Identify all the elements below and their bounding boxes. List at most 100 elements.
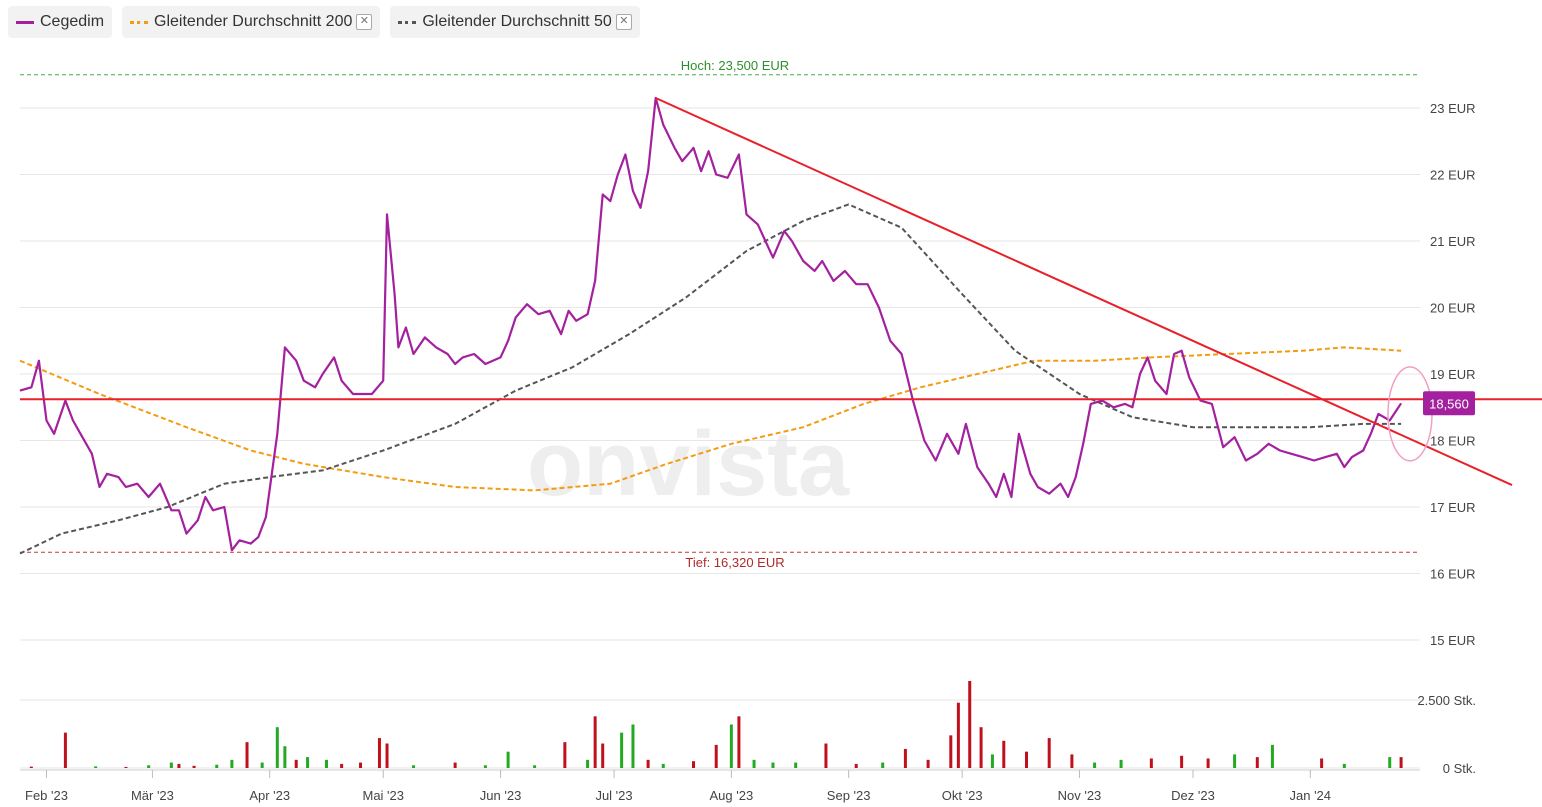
- volume-bar: [1024, 751, 1028, 768]
- x-tick-label: Mai '23: [362, 788, 404, 803]
- volume-bar: [949, 735, 953, 768]
- volume-bar: [794, 762, 798, 768]
- volume-bar: [1399, 757, 1403, 768]
- volume-bar: [1149, 758, 1153, 768]
- volume-bar: [340, 763, 344, 768]
- high-label: Hoch: 23,500 EUR: [681, 58, 789, 73]
- volume-bar: [1119, 759, 1123, 768]
- volume-bar: [1093, 762, 1097, 768]
- volume-bar: [453, 762, 457, 768]
- volume-bar: [979, 727, 983, 768]
- volume-bar: [275, 727, 279, 768]
- volume-bar: [824, 743, 828, 768]
- x-tick-label: Sep '23: [827, 788, 871, 803]
- volume-bar: [1206, 758, 1210, 768]
- y-tick-label: 18 EUR: [1430, 434, 1476, 449]
- volume-bar: [177, 763, 181, 768]
- volume-bar: [752, 759, 756, 768]
- volume-bar: [94, 766, 98, 768]
- volume-bar: [620, 732, 624, 768]
- volume-bar: [1233, 754, 1237, 768]
- volume-bar: [661, 763, 665, 768]
- volume-bar: [412, 765, 416, 768]
- volume-bar: [147, 765, 151, 768]
- volume-bar: [260, 762, 264, 768]
- volume-bar: [1320, 758, 1324, 768]
- x-tick-label: Okt '23: [942, 788, 983, 803]
- volume-bar: [294, 759, 298, 768]
- volume-bar: [29, 766, 33, 768]
- y-tick-label: 15 EUR: [1430, 633, 1476, 648]
- volume-bar: [245, 742, 249, 768]
- volume-bar: [359, 762, 363, 768]
- volume-bar: [593, 716, 597, 768]
- volume-bar: [385, 743, 389, 768]
- x-tick-label: Jan '24: [1290, 788, 1332, 803]
- volume-bar: [563, 742, 567, 768]
- volume-bar: [324, 759, 328, 768]
- volume-bar: [601, 743, 605, 768]
- volume-bar: [377, 738, 381, 768]
- y-tick-label: 17 EUR: [1430, 500, 1476, 515]
- volume-axis: 0 Stk. 2.500 Stk.: [1417, 693, 1476, 776]
- volume-bar: [1002, 740, 1006, 768]
- volume-bar: [1070, 754, 1074, 768]
- x-tick-label: Dez '23: [1171, 788, 1215, 803]
- volume-bar: [881, 762, 885, 768]
- last-price-marker: 18,560: [1423, 391, 1475, 416]
- x-tick-label: Nov '23: [1058, 788, 1102, 803]
- volume-bar: [215, 764, 219, 768]
- x-tick-label: Jul '23: [595, 788, 632, 803]
- time-axis: Feb '23 Mär '23 Apr '23 Mai '23 Jun '23 Jul '…: [25, 770, 1331, 803]
- y-tick-label: 20 EUR: [1430, 301, 1476, 316]
- volume-bar: [283, 746, 287, 768]
- volume-bar: [714, 744, 718, 768]
- volume-bar: [586, 759, 590, 768]
- volume-tick-label: 0 Stk.: [1443, 761, 1476, 776]
- volume-bar: [903, 748, 907, 768]
- volume-bars: [29, 680, 1403, 768]
- volume-bar: [729, 724, 733, 768]
- volume-tick-label: 2.500 Stk.: [1417, 693, 1476, 708]
- x-tick-label: Aug '23: [710, 788, 754, 803]
- volume-bar: [1255, 757, 1259, 768]
- volume-bar: [1388, 757, 1392, 768]
- x-tick-label: Feb '23: [25, 788, 68, 803]
- volume-bar: [646, 759, 650, 768]
- y-tick-label: 23 EUR: [1430, 101, 1476, 116]
- volume-bar: [956, 702, 960, 768]
- y-tick-label: 16 EUR: [1430, 567, 1476, 582]
- last-price-label: 18,560: [1429, 396, 1469, 411]
- low-label: Tief: 16,320 EUR: [685, 555, 784, 570]
- x-tick-label: Jun '23: [480, 788, 522, 803]
- volume-bar: [1180, 755, 1184, 768]
- price-chart[interactable]: onvista Hoch: 23,500 EURTief: 16,320 EUR…: [0, 0, 1542, 807]
- volume-bar: [192, 765, 196, 768]
- volume-bar: [483, 765, 487, 768]
- volume-bar: [854, 763, 858, 768]
- volume-gridlines: [20, 699, 1420, 771]
- x-tick-label: Apr '23: [249, 788, 290, 803]
- volume-bar: [230, 759, 234, 768]
- volume-bar: [124, 766, 128, 768]
- volume-bar: [63, 732, 67, 768]
- volume-bar: [737, 716, 741, 768]
- y-tick-label: 21 EUR: [1430, 234, 1476, 249]
- volume-bar: [533, 765, 537, 768]
- volume-bar: [692, 761, 696, 768]
- volume-bar: [169, 762, 173, 768]
- volume-bar: [968, 680, 972, 768]
- volume-bar: [1047, 738, 1051, 768]
- volume-bar: [926, 759, 930, 768]
- volume-bar: [1342, 763, 1346, 768]
- volume-bar: [506, 751, 510, 768]
- y-tick-label: 19 EUR: [1430, 367, 1476, 382]
- volume-bar: [306, 757, 310, 768]
- price-axis: 15 EUR 16 EUR 17 EUR 18 EUR 19 EUR 20 EUR 21 E…: [1430, 101, 1476, 648]
- x-tick-label: Mär '23: [131, 788, 174, 803]
- y-tick-label: 22 EUR: [1430, 168, 1476, 183]
- volume-bar: [631, 724, 635, 768]
- volume-bar: [990, 754, 994, 768]
- volume-bar: [771, 762, 775, 768]
- volume-bar: [1270, 744, 1274, 768]
